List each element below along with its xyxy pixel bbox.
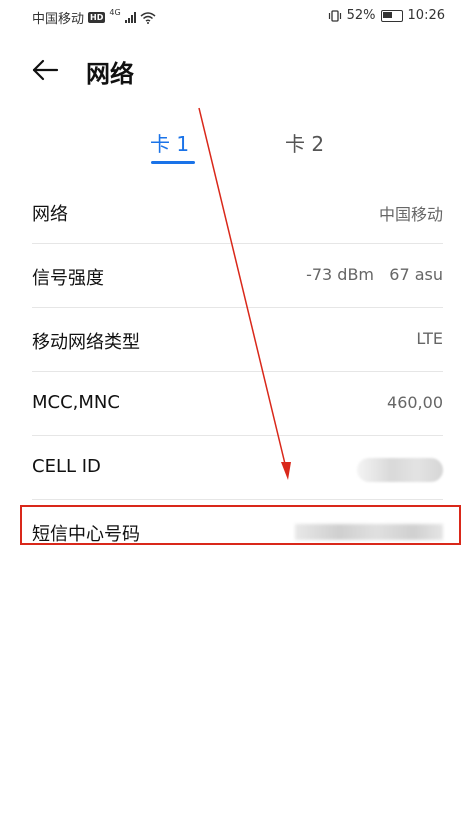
battery-icon [380,9,403,22]
row-value: -73 dBm 67 asu [306,265,443,284]
back-button[interactable] [30,54,62,86]
hd-icon: HD [88,12,106,23]
page-title: 网络 [86,60,134,88]
tab-sim-2[interactable]: 卡 2 [285,128,324,157]
app-bar: 网络 [0,40,475,100]
list-item-mcc-mnc: MCC,MNC 460,00 [32,372,443,436]
row-value: 中国移动 [378,205,443,224]
status-left: 中国移动 HD 4G [32,8,156,27]
row-label: MCC,MNC [32,392,120,413]
clock: 10:26 [407,8,445,23]
status-right: 52% 10:26 [328,8,445,23]
list-item-signal-strength: 信号强度 -73 dBm 67 asu [32,244,443,308]
wifi-icon [140,11,156,24]
list-item-network: 网络 中国移动 [32,180,443,244]
list-item-network-type: 移动网络类型 LTE [32,308,443,372]
network-gen-label: 4G [109,8,121,17]
row-value: 460,00 [387,393,443,412]
tab-sim-1[interactable]: 卡 1 [150,128,189,157]
vibrate-icon [328,9,341,22]
back-arrow-icon [32,59,59,81]
row-label: 移动网络类型 [32,332,140,353]
battery-percent: 52% [346,8,376,23]
annotation-highlight-box [20,505,461,545]
signal-icon [124,12,136,23]
row-value: LTE [416,329,443,348]
carrier-label: 中国移动 [32,12,85,27]
row-label: CELL ID [32,456,101,477]
sim-tabs: 卡 1 卡 2 [0,128,475,168]
row-label: 网络 [32,204,68,225]
row-label: 信号强度 [32,268,104,289]
active-tab-indicator [151,161,195,164]
status-bar: 中国移动 HD 4G 52% 10:26 [0,0,475,32]
list-item-cell-id: CELL ID [32,436,443,500]
blurred-value [357,458,443,482]
